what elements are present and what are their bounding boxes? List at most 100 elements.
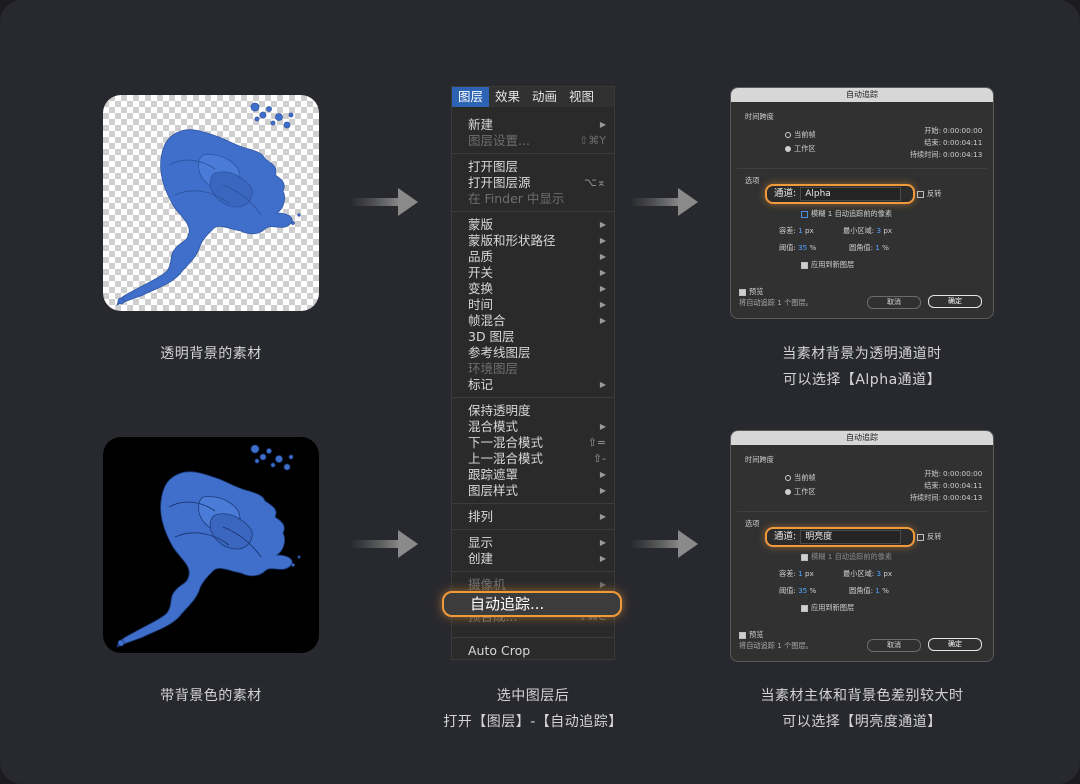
checkbox-checked-icon [801, 604, 808, 612]
menu-item-label: 标记 [468, 377, 494, 392]
menu-separator [452, 571, 614, 572]
work-area-radio[interactable]: 工作区 [785, 144, 816, 154]
menu-item[interactable]: Auto Crop [468, 643, 606, 659]
menu-item[interactable]: 上一混合模式 ⇧- [468, 451, 606, 467]
flower-shape-black-bg [116, 444, 301, 648]
preview-checkbox[interactable]: 预览 [739, 630, 763, 640]
channel-select[interactable]: 通道: 明亮度 [765, 527, 915, 547]
invert-checkbox[interactable]: 反转 [917, 189, 941, 199]
work-area-label: 工作区 [794, 144, 816, 153]
submenu-arrow-icon: ▶ [599, 538, 606, 547]
menu-item[interactable]: 品质 ▶ [468, 249, 606, 265]
menu-item[interactable]: 3D 图层 [468, 329, 606, 345]
menu-item[interactable]: 标记 ▶ [468, 377, 606, 393]
duration-value: 0:00:04:13 [943, 150, 983, 159]
threshold-value[interactable]: 35 [798, 586, 807, 595]
menu-item[interactable]: 蒙版 ▶ [468, 217, 606, 233]
tolerance-row: 容差: 1 px [779, 226, 814, 236]
cancel-button[interactable]: 取消 [867, 639, 921, 652]
menu-item[interactable]: 蒙版和形状路径 ▶ [468, 233, 606, 249]
menu-tab-layer[interactable]: 图层 [452, 87, 490, 107]
menu-item[interactable]: 打开图层源 ⌥⌅ [468, 175, 606, 191]
tolerance-label: 容差: [779, 226, 796, 235]
blur-value: 1 [827, 552, 833, 561]
current-frame-radio[interactable]: 当前帧 [785, 473, 816, 483]
end-value: 0:00:04:11 [943, 138, 983, 147]
end-value: 0:00:04:11 [943, 481, 983, 490]
menu-tab-animation[interactable]: 动画 [526, 87, 563, 107]
cancel-button[interactable]: 取消 [867, 296, 921, 309]
menu-tab-view[interactable]: 视图 [563, 87, 600, 107]
menu-item[interactable]: 排列 ▶ [468, 509, 606, 525]
end-label: 结束: [924, 138, 941, 147]
menu-item[interactable]: 开关 ▶ [468, 265, 606, 281]
min-area-value[interactable]: 3 [876, 226, 881, 235]
flower-shape-transparent [116, 102, 301, 306]
menu-item[interactable]: 创建 ▶ [468, 551, 606, 567]
tolerance-label: 容差: [779, 569, 796, 578]
checkbox-checked-icon [739, 631, 746, 639]
ok-button[interactable]: 确定 [928, 295, 982, 308]
checkbox-icon [917, 190, 924, 198]
corner-label: 圆角值: [849, 586, 873, 595]
ok-button[interactable]: 确定 [928, 638, 982, 651]
work-area-radio[interactable]: 工作区 [785, 487, 816, 497]
menu-item[interactable]: 图层样式 ▶ [468, 483, 606, 499]
menu-item-label: 在 Finder 中显示 [468, 191, 565, 206]
menu-item[interactable]: 参考线图层 [468, 345, 606, 361]
preview-checkbox[interactable]: 预览 [739, 287, 763, 297]
blur-label: 模糊 [811, 552, 826, 561]
menu-tab-effect[interactable]: 效果 [489, 87, 526, 107]
tolerance-row: 容差: 1 px [779, 569, 814, 579]
channel-value: 明亮度 [800, 529, 902, 544]
checkbox-icon [917, 533, 924, 541]
menu-item-label: 打开图层 [468, 159, 519, 174]
arrow-right-icon [350, 530, 418, 558]
min-area-value[interactable]: 3 [876, 569, 881, 578]
menu-item-auto-trace[interactable]: 自动追踪... [442, 591, 622, 617]
tolerance-value[interactable]: 1 [798, 569, 803, 578]
menu-item[interactable]: 时间 ▶ [468, 297, 606, 313]
tolerance-value[interactable]: 1 [798, 226, 803, 235]
caption-bg-asset: 带背景色的素材 [160, 688, 262, 704]
options-label: 选项 [745, 176, 760, 185]
threshold-row: 阈值: 35 % [779, 586, 816, 596]
menu-item[interactable]: 下一混合模式 ⇧= [468, 435, 606, 451]
menu-item[interactable]: 新建 ▶ [468, 117, 606, 133]
menu-item[interactable]: 显示 ▶ [468, 535, 606, 551]
menu-item-label: 新建 [468, 117, 494, 132]
start-value: 0:00:00:00 [943, 126, 983, 135]
threshold-value[interactable]: 35 [798, 243, 807, 252]
submenu-arrow-icon: ▶ [599, 486, 606, 495]
menu-item: 图层设置... ⇧⌘Y [468, 133, 606, 149]
channel-select[interactable]: 通道: Alpha [765, 184, 915, 204]
blur-checkbox[interactable]: 模糊 1 自动追踪前的像素 [801, 552, 892, 562]
corner-value[interactable]: 1 [875, 243, 880, 252]
menu-item-shortcut: ⇧⌘Y [579, 134, 606, 147]
time-span-label: 时间跨度 [745, 112, 774, 121]
menu-item[interactable]: 混合模式 ▶ [468, 419, 606, 435]
menu-item[interactable]: 打开图层 [468, 159, 606, 175]
end-label: 结束: [924, 481, 941, 490]
menu-bar: 图层 效果 动画 视图 [452, 87, 614, 107]
submenu-arrow-icon: ▶ [599, 220, 606, 229]
current-frame-radio[interactable]: 当前帧 [785, 130, 816, 140]
threshold-label: 阈值: [779, 586, 796, 595]
threshold-row: 阈值: 35 % [779, 243, 816, 253]
menu-item-label: 品质 [468, 249, 494, 264]
submenu-arrow-icon: ▶ [599, 512, 606, 521]
corner-row: 圆角值: 1 % [849, 243, 889, 253]
start-label: 开始: [924, 126, 941, 135]
blur-checkbox[interactable]: 模糊 1 自动追踪前的像素 [801, 209, 892, 219]
menu-item[interactable]: 跟踪遮罩 ▶ [468, 467, 606, 483]
invert-checkbox[interactable]: 反转 [917, 532, 941, 542]
menu-item[interactable]: 变换 ▶ [468, 281, 606, 297]
corner-value[interactable]: 1 [875, 586, 880, 595]
apply-new-layer-checkbox[interactable]: 应用到新图层 [801, 260, 854, 270]
menu-item[interactable]: 帧混合 ▶ [468, 313, 606, 329]
submenu-arrow-icon: ▶ [599, 236, 606, 245]
submenu-arrow-icon: ▶ [599, 380, 606, 389]
apply-new-layer-label: 应用到新图层 [811, 260, 855, 269]
menu-item[interactable]: 保持透明度 [468, 403, 606, 419]
apply-new-layer-checkbox[interactable]: 应用到新图层 [801, 603, 854, 613]
